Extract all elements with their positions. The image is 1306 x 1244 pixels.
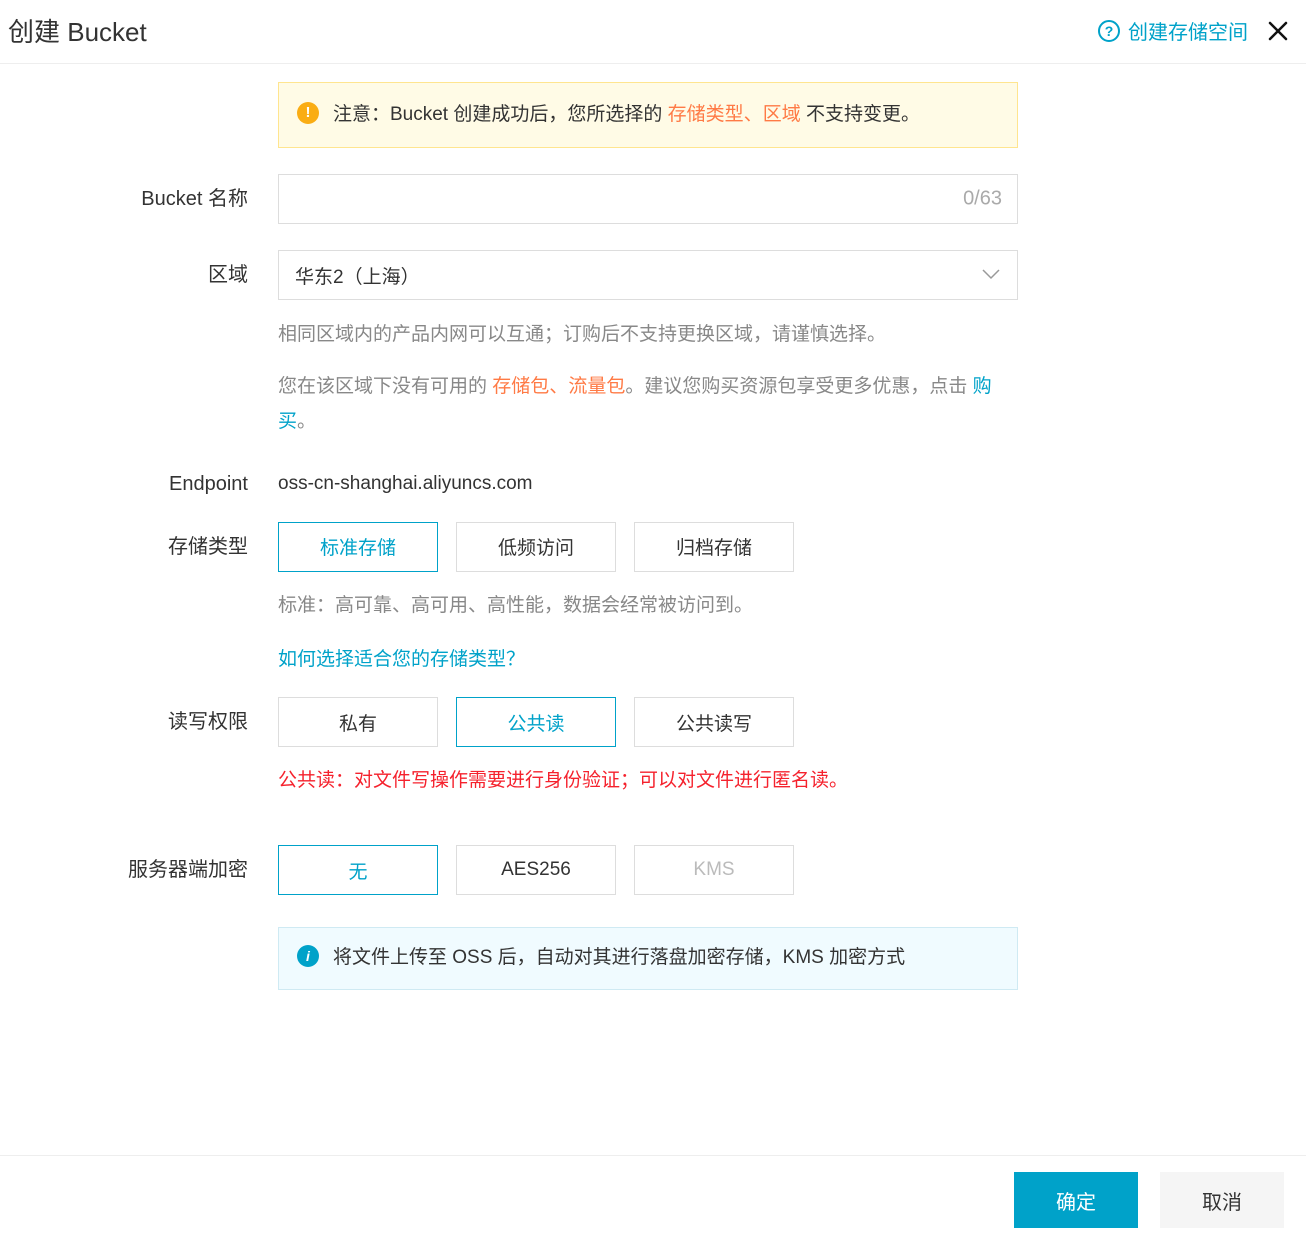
encryption-options: 无 AES256 KMS — [278, 845, 1018, 895]
encryption-info: i 将文件上传至 OSS 后，自动对其进行落盘加密存储，KMS 加密方式 — [278, 927, 1018, 989]
acl-public-read[interactable]: 公共读 — [456, 697, 616, 747]
close-icon — [1266, 19, 1290, 43]
region-select[interactable]: 华东2（上海） — [278, 250, 1018, 300]
acl-desc: 公共读：对文件写操作需要进行身份验证；可以对文件进行匿名读。 — [278, 765, 1018, 797]
label-endpoint: Endpoint — [0, 465, 278, 496]
dialog-footer: 确定 取消 — [0, 1155, 1306, 1244]
info-icon: i — [297, 945, 319, 967]
char-count: 0/63 — [963, 188, 1002, 211]
label-acl: 读写权限 — [0, 697, 278, 797]
label-bucket-name: Bucket 名称 — [0, 174, 278, 224]
region-hint-1: 相同区域内的产品内网可以互通；订购后不支持更换区域，请谨慎选择。 — [278, 318, 1018, 352]
close-button[interactable] — [1266, 19, 1290, 43]
cancel-button[interactable]: 取消 — [1160, 1172, 1284, 1228]
region-hint-2: 您在该区域下没有可用的 存储包、流量包。建议您购买资源包享受更多优惠，点击 购买… — [278, 370, 1018, 438]
dialog-title: 创建 Bucket — [8, 12, 147, 49]
encryption-kms[interactable]: KMS — [634, 845, 794, 895]
encryption-info-text: 将文件上传至 OSS 后，自动对其进行落盘加密存储，KMS 加密方式 — [333, 942, 905, 974]
header-actions: ? 创建存储空间 — [1098, 16, 1290, 45]
encryption-aes256[interactable]: AES256 — [456, 845, 616, 895]
warning-highlight-storage: 存储类型 — [668, 104, 744, 125]
dialog-header: 创建 Bucket ? 创建存储空间 — [0, 0, 1306, 64]
encryption-none[interactable]: 无 — [278, 845, 438, 895]
form-content: ! 注意：Bucket 创建成功后，您所选择的 存储类型、区域 不支持变更。 B… — [0, 82, 1306, 1010]
acl-private[interactable]: 私有 — [278, 697, 438, 747]
warning-highlight-region: 区域 — [763, 104, 801, 125]
storage-type-options: 标准存储 低频访问 归档存储 — [278, 522, 1018, 572]
label-storage-type: 存储类型 — [0, 522, 278, 671]
storage-type-archive[interactable]: 归档存储 — [634, 522, 794, 572]
confirm-button[interactable]: 确定 — [1014, 1172, 1138, 1228]
storage-type-ia[interactable]: 低频访问 — [456, 522, 616, 572]
warning-text: 注意：Bucket 创建成功后，您所选择的 存储类型、区域 不支持变更。 — [333, 99, 920, 131]
label-region: 区域 — [0, 250, 278, 439]
help-link-text: 创建存储空间 — [1128, 16, 1248, 45]
warning-alert: ! 注意：Bucket 创建成功后，您所选择的 存储类型、区域 不支持变更。 — [278, 82, 1018, 148]
acl-public-read-write[interactable]: 公共读写 — [634, 697, 794, 747]
warning-icon: ! — [297, 102, 319, 124]
storage-type-standard[interactable]: 标准存储 — [278, 522, 438, 572]
storage-help-link[interactable]: 如何选择适合您的存储类型？ — [278, 649, 525, 670]
question-circle-icon: ? — [1098, 20, 1120, 42]
help-link[interactable]: ? 创建存储空间 — [1098, 16, 1248, 45]
bucket-name-input[interactable] — [278, 174, 1018, 224]
endpoint-value: oss-cn-shanghai.aliyuncs.com — [278, 465, 1018, 495]
label-encryption: 服务器端加密 — [0, 845, 278, 895]
region-selected-value: 华东2（上海） — [295, 262, 420, 289]
acl-options: 私有 公共读 公共读写 — [278, 697, 1018, 747]
storage-type-desc: 标准：高可靠、高可用、高性能，数据会经常被访问到。 — [278, 590, 1018, 622]
chevron-down-icon — [981, 264, 1001, 286]
